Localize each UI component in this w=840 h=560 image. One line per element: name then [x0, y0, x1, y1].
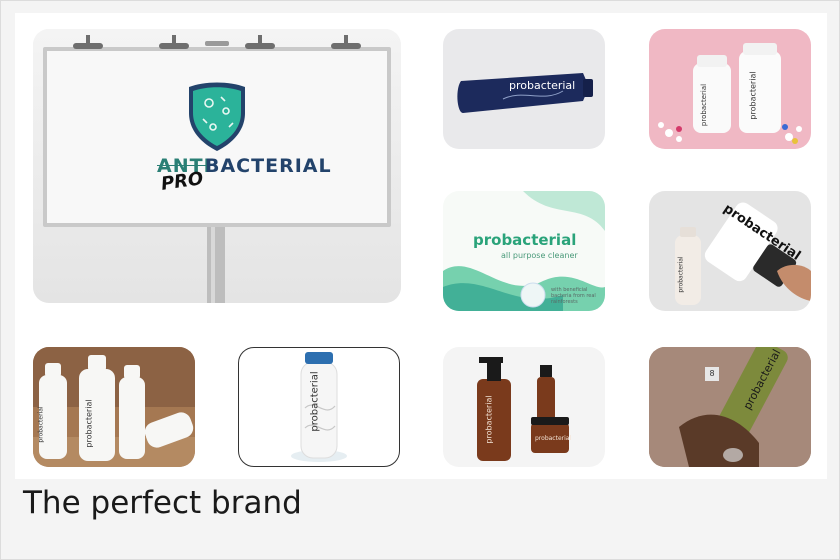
wood-bottle-label-2: probacterial — [84, 399, 94, 448]
milk-bottle-label: probacterial — [309, 371, 321, 432]
billboard-tile[interactable]: ANTI BACTERIAL PRO — [33, 29, 401, 303]
pill-bottles-illustration — [658, 43, 802, 144]
wood-bottles-illustration — [33, 347, 195, 467]
cleaner-subtitle: all purpose cleaner — [501, 251, 578, 260]
amber-jar-label: probacterial — [535, 435, 572, 442]
number-badge: 8 — [705, 367, 719, 381]
milk-bottle-tile[interactable]: probacterial — [238, 347, 400, 467]
billboard-word: BACTERIAL — [205, 155, 332, 177]
amber-bottles-tile[interactable]: probacterial probacterial — [443, 347, 605, 467]
cleaner-brand: probacterial — [473, 231, 577, 249]
olive-bottle-illustration — [649, 347, 811, 467]
olive-bottle-tile[interactable]: 8 probacterial — [649, 347, 811, 467]
hand-bottle-tile[interactable]: probacterial probacterial — [649, 191, 811, 311]
pill-bottle-label-left: probacterial — [700, 83, 709, 127]
page-frame: ANTI BACTERIAL PRO probacterial probacte… — [0, 0, 840, 560]
pill-bottle-label-right: probacterial — [748, 71, 758, 120]
wood-bottle-label-1: probacterial — [37, 406, 45, 443]
cleaner-badge-text: with beneficial bacteria from real rainf… — [551, 287, 596, 305]
amber-bottles-illustration — [477, 357, 569, 461]
wood-bottles-tile[interactable]: probacterial probacterial — [33, 347, 195, 467]
cleaner-tile[interactable]: probacterial all purpose cleaner with be… — [443, 191, 605, 311]
tube-brand-label: probacterial — [509, 79, 576, 92]
gallery-panel: ANTI BACTERIAL PRO probacterial probacte… — [15, 13, 827, 479]
hand-bottle-label-small: probacterial — [677, 256, 685, 293]
amber-bottle-label: probacterial — [484, 395, 494, 444]
pills-tile[interactable]: probacterial probacterial — [649, 29, 811, 149]
gallery-caption: The perfect brand — [23, 485, 302, 521]
tube-tile[interactable]: probacterial — [443, 29, 605, 149]
